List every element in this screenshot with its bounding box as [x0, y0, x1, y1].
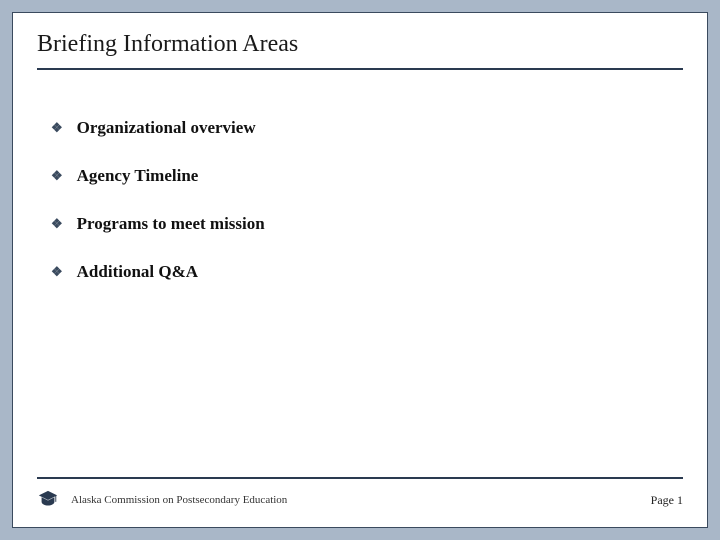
bullet-text: Additional Q&A: [77, 262, 198, 282]
slide-footer: Alaska Commission on Postsecondary Educa…: [37, 477, 683, 511]
grad-cap-icon: [37, 489, 59, 511]
footer-org: Alaska Commission on Postsecondary Educa…: [71, 494, 287, 506]
list-item: ❖ Organizational overview: [51, 118, 683, 138]
title-divider: [37, 68, 683, 70]
footer-row: Alaska Commission on Postsecondary Educa…: [37, 489, 683, 511]
bullet-list: ❖ Organizational overview ❖ Agency Timel…: [37, 118, 683, 282]
bullet-text: Agency Timeline: [77, 166, 199, 186]
diamond-bullet-icon: ❖: [51, 168, 63, 184]
diamond-bullet-icon: ❖: [51, 120, 63, 136]
diamond-bullet-icon: ❖: [51, 216, 63, 232]
bullet-text: Programs to meet mission: [77, 214, 265, 234]
page-number: Page 1: [651, 493, 683, 508]
footer-divider: [37, 477, 683, 479]
slide-inner: Briefing Information Areas ❖ Organizatio…: [12, 12, 708, 528]
slide-title: Briefing Information Areas: [37, 31, 683, 68]
list-item: ❖ Programs to meet mission: [51, 214, 683, 234]
bullet-text: Organizational overview: [77, 118, 256, 138]
slide-frame: Briefing Information Areas ❖ Organizatio…: [0, 0, 720, 540]
footer-left: Alaska Commission on Postsecondary Educa…: [37, 489, 287, 511]
list-item: ❖ Additional Q&A: [51, 262, 683, 282]
list-item: ❖ Agency Timeline: [51, 166, 683, 186]
diamond-bullet-icon: ❖: [51, 264, 63, 280]
